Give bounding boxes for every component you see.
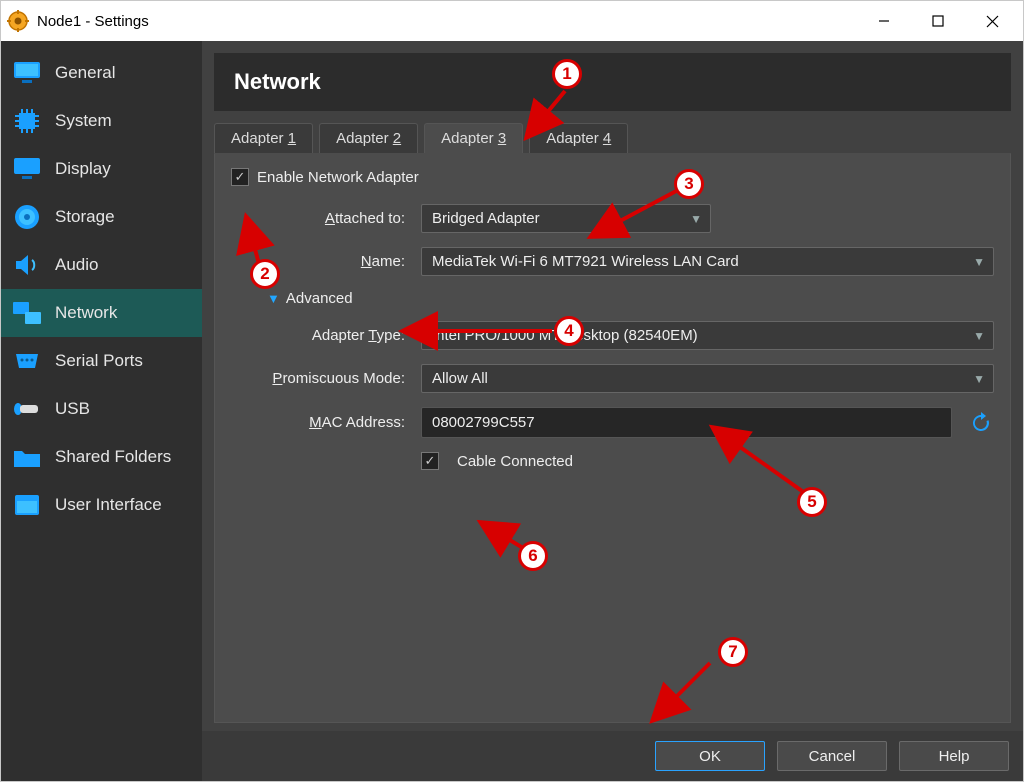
window-title: Node1 - Settings [37, 13, 149, 30]
caret-down-icon: ▼ [690, 212, 702, 226]
sidebar-item-label: System [55, 111, 112, 131]
display-icon [11, 153, 43, 185]
caret-down-icon: ▼ [973, 255, 985, 269]
window-body: General System Display Storage Audio Net… [1, 41, 1023, 781]
ok-button[interactable]: OK [655, 741, 765, 771]
tab-adapter-1[interactable]: Adapter 1 [214, 123, 313, 153]
cable-connected-checkbox[interactable]: ✓ [421, 452, 439, 470]
app-icon [7, 10, 29, 32]
cancel-button[interactable]: Cancel [777, 741, 887, 771]
attached-to-label: Attached to: [231, 210, 411, 227]
enable-adapter-checkbox[interactable]: ✓ [231, 168, 249, 186]
mac-address-label: MAC Address: [231, 414, 411, 431]
promiscuous-mode-label: Promiscuous Mode: [231, 370, 411, 387]
adapter-type-select[interactable]: Intel PRO/1000 MT Desktop (82540EM)▼ [421, 321, 994, 350]
disk-icon [11, 201, 43, 233]
triangle-down-icon: ▼ [267, 291, 280, 306]
caret-down-icon: ▼ [973, 329, 985, 343]
sidebar-item-system[interactable]: System [1, 97, 202, 145]
adapter-tabs: Adapter 1 Adapter 2 Adapter 3 Adapter 4 [202, 111, 1023, 153]
titlebar: Node1 - Settings [1, 1, 1023, 41]
sidebar-item-label: Serial Ports [55, 351, 143, 371]
refresh-mac-button[interactable] [968, 410, 994, 436]
adapter-panel: ✓ Enable Network Adapter Attached to: Br… [214, 153, 1011, 723]
sidebar-item-display[interactable]: Display [1, 145, 202, 193]
advanced-label: Addvancedvanced [286, 290, 353, 307]
cable-connected-label: Cable Connected [457, 453, 573, 470]
sidebar-item-user-interface[interactable]: User Interface [1, 481, 202, 529]
adapter-type-label: Adapter Type: [231, 327, 411, 344]
usb-icon [11, 393, 43, 425]
sidebar-item-label: Network [55, 303, 117, 323]
monitor-icon [11, 57, 43, 89]
dialog-footer: OK Cancel Help [202, 731, 1023, 781]
sidebar: General System Display Storage Audio Net… [1, 41, 202, 781]
promiscuous-mode-select[interactable]: Allow All▼ [421, 364, 994, 393]
sidebar-item-shared-folders[interactable]: Shared Folders [1, 433, 202, 481]
sidebar-item-storage[interactable]: Storage [1, 193, 202, 241]
attached-to-select[interactable]: Bridged Adapter▼ [421, 204, 711, 233]
sidebar-item-label: Shared Folders [55, 447, 171, 467]
tab-adapter-2[interactable]: Adapter 2 [319, 123, 418, 153]
sidebar-item-label: USB [55, 399, 90, 419]
sidebar-item-network[interactable]: Network [1, 289, 202, 337]
settings-window: Node1 - Settings General System Display … [0, 0, 1024, 782]
caret-down-icon: ▼ [973, 372, 985, 386]
sidebar-item-general[interactable]: General [1, 49, 202, 97]
main-content: Network Adapter 1 Adapter 2 Adapter 3 Ad… [202, 41, 1023, 781]
sidebar-item-serial-ports[interactable]: Serial Ports [1, 337, 202, 385]
advanced-toggle[interactable]: ▼ Addvancedvanced [267, 290, 994, 307]
sidebar-item-usb[interactable]: USB [1, 385, 202, 433]
serial-port-icon [11, 345, 43, 377]
close-button[interactable] [965, 1, 1019, 41]
help-button[interactable]: Help [899, 741, 1009, 771]
sidebar-item-audio[interactable]: Audio [1, 241, 202, 289]
ui-icon [11, 489, 43, 521]
folder-icon [11, 441, 43, 473]
minimize-button[interactable] [857, 1, 911, 41]
sidebar-item-label: User Interface [55, 495, 162, 515]
mac-address-input[interactable]: 08002799C557 [421, 407, 952, 438]
page-title: Network [214, 53, 1011, 111]
enable-adapter-label: Enable Network Adapter [257, 169, 419, 186]
tab-adapter-4[interactable]: Adapter 4 [529, 123, 628, 153]
network-icon [11, 297, 43, 329]
sidebar-item-label: Storage [55, 207, 115, 227]
sidebar-item-label: General [55, 63, 115, 83]
name-select[interactable]: MediaTek Wi-Fi 6 MT7921 Wireless LAN Car… [421, 247, 994, 276]
maximize-button[interactable] [911, 1, 965, 41]
name-label: Name: [231, 253, 411, 270]
tab-adapter-3[interactable]: Adapter 3 [424, 123, 523, 153]
sidebar-item-label: Display [55, 159, 111, 179]
speaker-icon [11, 249, 43, 281]
chip-icon [11, 105, 43, 137]
sidebar-item-label: Audio [55, 255, 98, 275]
